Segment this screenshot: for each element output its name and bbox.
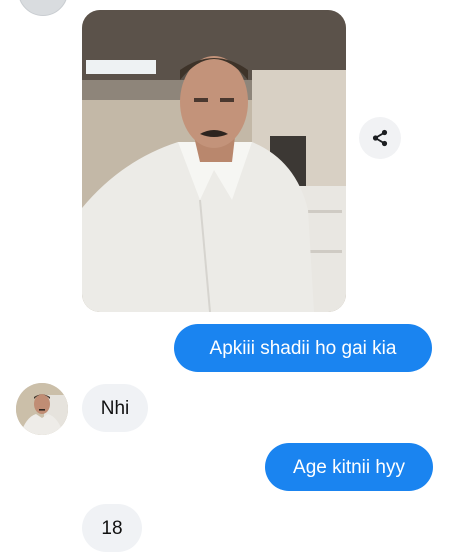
share-icon: [372, 129, 388, 147]
outgoing-message[interactable]: Apkiii shadii ho gai kia: [174, 324, 432, 372]
incoming-message[interactable]: 18: [82, 504, 142, 552]
share-button[interactable]: [359, 117, 401, 159]
avatar[interactable]: [18, 0, 68, 16]
message-text: 18: [101, 517, 123, 539]
message-text: Apkiii shadii ho gai kia: [209, 337, 397, 359]
message-text: Nhi: [100, 397, 130, 419]
shared-photo[interactable]: [82, 10, 346, 312]
avatar[interactable]: [16, 383, 68, 435]
chat-thread: Apkiii shadii ho gai kia Nhi Age kitnii …: [0, 0, 450, 558]
message-text: Age kitnii hyy: [293, 456, 405, 478]
outgoing-message[interactable]: Age kitnii hyy: [265, 443, 433, 491]
incoming-message[interactable]: Nhi: [82, 384, 148, 432]
